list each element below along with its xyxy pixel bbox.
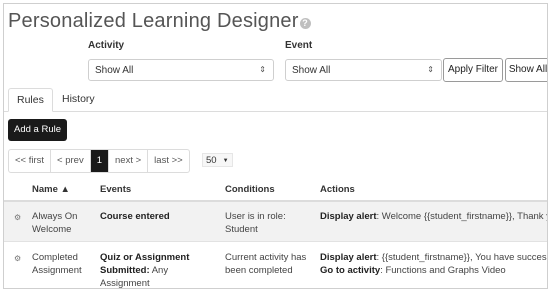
gear-icon[interactable]: ⚙ <box>14 213 21 222</box>
per-page-select[interactable]: 50 ▼ <box>202 153 233 167</box>
event-filter-label: Event <box>285 40 313 51</box>
event-filter-value: Show All <box>292 65 331 76</box>
apply-filter-button[interactable]: Apply Filter <box>443 58 503 82</box>
chevron-down-icon: ⇕ <box>259 65 266 74</box>
rule-name: Always On Welcome <box>32 210 77 236</box>
rule-name-line: Welcome <box>32 224 72 235</box>
rule-condition: User is in role: Student <box>225 210 286 236</box>
rule-condition-line: been completed <box>225 265 293 276</box>
per-page-value: 50 <box>206 155 217 166</box>
action-text: : Welcome {{student_firstname}}, Thank y… <box>376 211 548 222</box>
rules-table-header: Name ▲ Events Conditions Actions <box>4 176 547 202</box>
page-last-link[interactable]: last >> <box>148 150 189 172</box>
rule-event-detail: Any <box>149 265 169 276</box>
rule-event: Quiz or Assignment Submitted: Any Assign… <box>100 251 190 289</box>
rule-event: Course entered <box>100 211 170 222</box>
column-header-name[interactable]: Name ▲ <box>32 184 70 195</box>
table-row[interactable]: ⚙ Always On Welcome Course entered User … <box>4 202 548 242</box>
rule-event-title: Quiz or Assignment <box>100 252 190 263</box>
column-header-actions: Actions <box>320 184 355 195</box>
column-header-conditions: Conditions <box>225 184 275 195</box>
column-header-events: Events <box>100 184 132 195</box>
add-rule-button[interactable]: Add a Rule <box>8 119 68 141</box>
action-label: Display alert <box>320 252 377 263</box>
rule-name-line: Assignment <box>32 265 82 276</box>
activity-filter-value: Show All <box>95 65 134 76</box>
rule-condition: Current activity has been completed <box>225 251 306 277</box>
activity-filter-select[interactable]: Show All ⇕ <box>88 59 274 81</box>
page-first-link[interactable]: << first <box>9 150 52 172</box>
rule-event-detail: Assignment <box>100 278 150 289</box>
page-current[interactable]: 1 <box>90 150 110 172</box>
chevron-down-icon: ⇕ <box>427 65 434 74</box>
action-label: Display alert <box>320 211 377 222</box>
rule-condition-line: Current activity has <box>225 252 307 263</box>
pagination: << first < prev 1 next > last >> <box>8 149 190 173</box>
page-title: Personalized Learning Designer? <box>8 10 311 33</box>
event-filter-select[interactable]: Show All ⇕ <box>285 59 442 81</box>
rule-name: Completed Assignment <box>32 251 82 277</box>
activity-filter-label: Activity <box>88 40 125 51</box>
action-text: : {{student_firstname}}, You have succes… <box>376 252 548 263</box>
tab-bar: Rules History <box>4 88 547 112</box>
tab-rules[interactable]: Rules <box>8 88 53 112</box>
chevron-down-icon: ▼ <box>222 158 229 164</box>
action-label: Go to activity <box>320 265 381 276</box>
help-icon[interactable]: ? <box>299 18 311 29</box>
page-next-link[interactable]: next > <box>109 150 149 172</box>
rule-name-line: Always On <box>32 211 78 222</box>
tab-history[interactable]: History <box>54 88 103 112</box>
page-title-text: Personalized Learning Designer <box>8 10 299 32</box>
plugin-page: Personalized Learning Designer? Activity… <box>3 3 548 289</box>
rule-actions: Display alert: Welcome {{student_firstna… <box>320 210 548 223</box>
gear-icon[interactable]: ⚙ <box>14 254 21 263</box>
rule-condition-line: Student <box>225 224 258 235</box>
page-prev-link[interactable]: < prev <box>51 150 91 172</box>
action-text: : Functions and Graphs Video <box>380 265 506 276</box>
rule-name-line: Completed <box>32 252 78 263</box>
rule-event-qualifier: Submitted: <box>100 265 150 276</box>
rule-actions: Display alert: {{student_firstname}}, Yo… <box>320 251 548 277</box>
show-all-button[interactable]: Show All <box>505 58 547 82</box>
rule-condition-line: User is in role: <box>225 211 286 222</box>
table-row[interactable]: ⚙ Completed Assignment Quiz or Assignmen… <box>4 243 548 289</box>
